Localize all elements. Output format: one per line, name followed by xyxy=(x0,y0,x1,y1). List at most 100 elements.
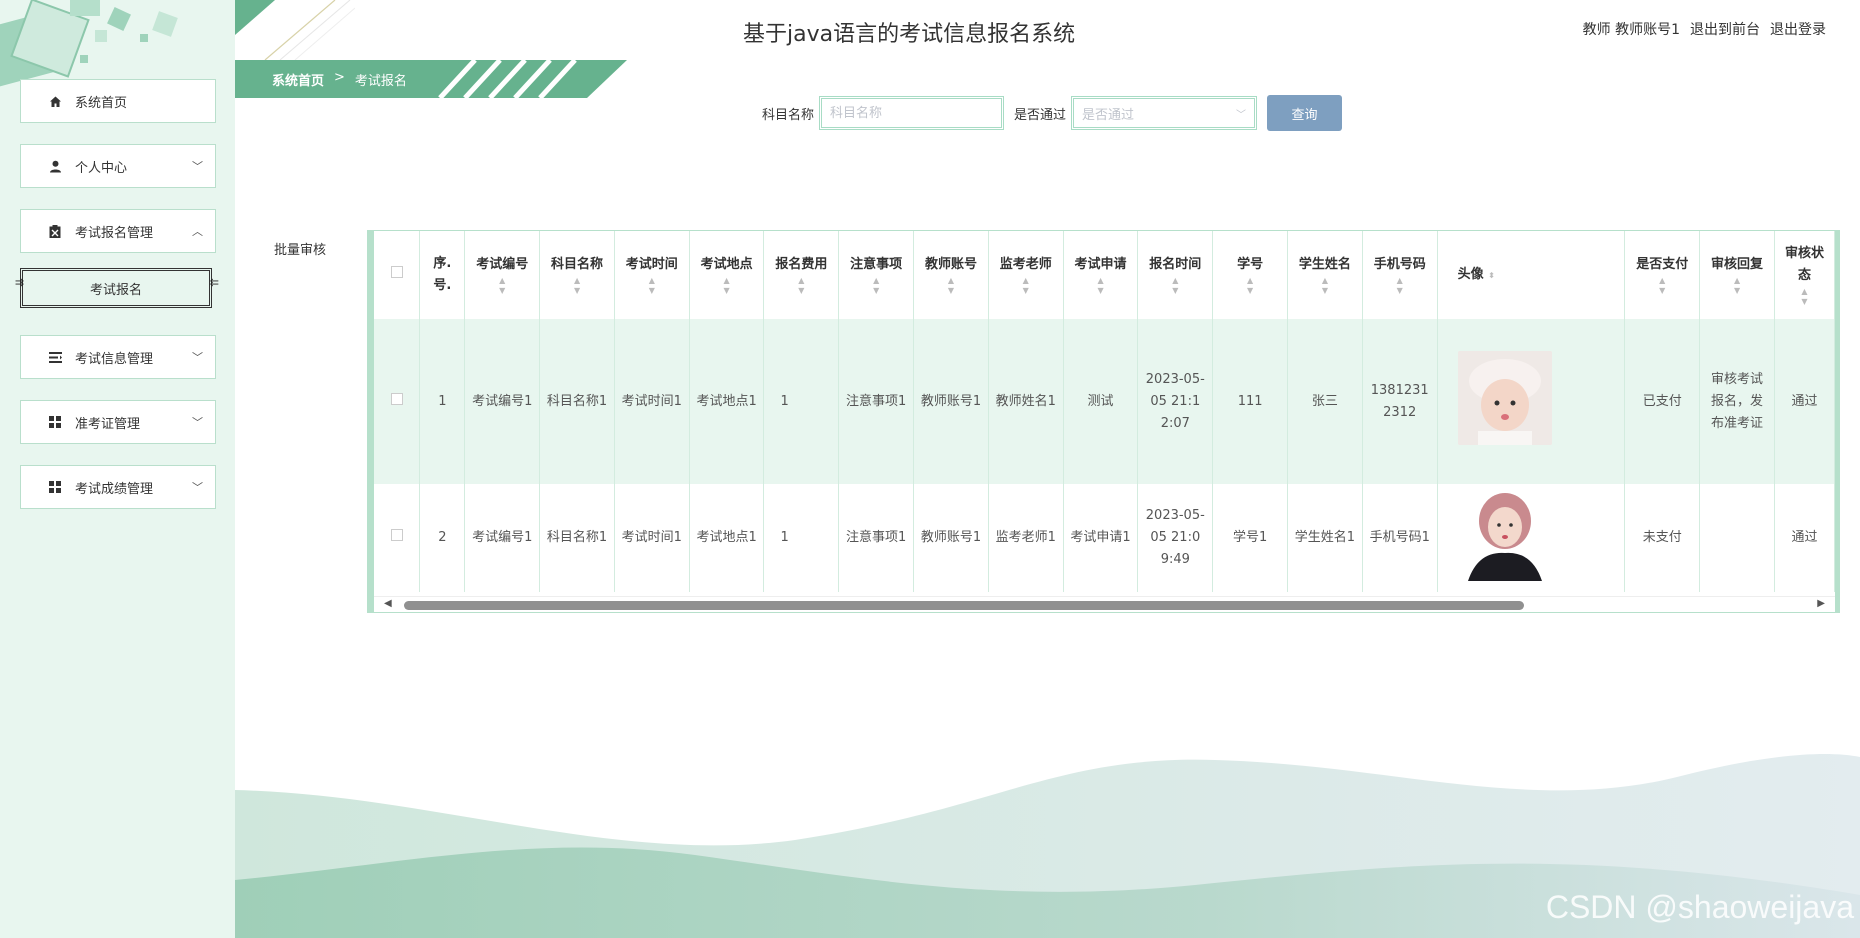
scrollbar-thumb[interactable] xyxy=(404,601,1524,610)
row-checkbox[interactable] xyxy=(390,392,403,405)
column-header[interactable]: 审核回复 ▲ ▼ xyxy=(1699,231,1775,319)
sort-icon: ▲ ▼ xyxy=(573,276,581,295)
sidebar-item-exam-score-mgmt[interactable]: 考试成绩管理 ﹀ xyxy=(15,465,216,517)
arrow-decoration-icon: ⇉ xyxy=(15,276,24,289)
sidebar-item-personal-center[interactable]: 个人中心 ﹀ xyxy=(15,144,216,196)
column-header[interactable]: 教师账号 ▲ ▼ xyxy=(913,231,989,319)
passed-select-placeholder: 是否通过 xyxy=(1082,107,1135,123)
column-header[interactable]: 手机号码 ▲ ▼ xyxy=(1362,231,1438,319)
table-cell: 科目名称1 xyxy=(539,319,615,484)
sidebar-item-admission-ticket-mgmt[interactable]: 准考证管理 ﹀ xyxy=(15,400,216,452)
column-header[interactable]: 科目名称 ▲ ▼ xyxy=(539,231,615,319)
sidebar-item-label: 准考证管理 xyxy=(75,416,141,432)
breadcrumb-separator: > xyxy=(334,70,345,85)
column-header[interactable]: 报名时间 ▲ ▼ xyxy=(1137,231,1214,319)
passed-select[interactable]: 是否通过 ﹀ xyxy=(1071,96,1258,130)
sort-icon: ▲ ▼ xyxy=(1801,287,1808,306)
scroll-left-icon[interactable]: ◀ xyxy=(384,598,392,609)
chevron-down-icon: ﹀ xyxy=(192,416,203,429)
table-cell: 考试编号1 xyxy=(464,319,541,484)
table-cell: 科目名称1 xyxy=(539,484,615,592)
batch-review-button[interactable]: 批量审核 xyxy=(253,237,347,267)
sort-icon: ▲ ▼ xyxy=(873,276,880,295)
table-cell: 1 xyxy=(419,319,466,484)
sidebar-item-exam-info-mgmt[interactable]: 考试信息管理 ﹀ xyxy=(15,335,216,387)
breadcrumb-current: 考试报名 xyxy=(354,74,407,89)
column-header: 序.号. xyxy=(419,231,466,319)
sort-icon: ▲ ▼ xyxy=(798,276,805,295)
sidebar-item-label: 系统首页 xyxy=(75,95,128,111)
table-cell: 教师姓名1 xyxy=(988,319,1064,484)
table-cell: 注意事项1 xyxy=(838,319,915,484)
row-checkbox[interactable] xyxy=(390,529,403,541)
table-cell xyxy=(1699,484,1775,592)
list-icon xyxy=(43,351,67,363)
sort-icon: ▲ ▼ xyxy=(1172,276,1179,295)
sort-icon: ▲ ▼ xyxy=(1247,276,1254,295)
column-header[interactable]: 考试时间 ▲ ▼ xyxy=(614,231,690,319)
column-header[interactable]: 是否支付 ▲ ▼ xyxy=(1624,231,1701,319)
table-cell: 教师账号1 xyxy=(913,319,989,484)
table-cell: 考试地点1 xyxy=(689,319,765,484)
select-all-checkbox-cell[interactable] xyxy=(374,231,421,319)
sidebar-item-label: 考试成绩管理 xyxy=(75,481,154,497)
table-cell: 考试时间1 xyxy=(614,484,690,592)
column-header[interactable]: 报名费用 ▲ ▼ xyxy=(763,231,840,319)
clipboard-icon xyxy=(43,224,67,238)
column-header[interactable]: 考试地点 ▲ ▼ xyxy=(689,231,765,319)
sort-icon: ▲ ▼ xyxy=(1396,276,1403,295)
column-header[interactable]: 注意事项 ▲ ▼ xyxy=(838,231,915,319)
horizontal-scrollbar[interactable]: ◀ ▶ xyxy=(374,596,1835,612)
arrow-decoration-icon: ⇇ xyxy=(209,276,219,289)
passed-label: 是否通过 xyxy=(1014,107,1067,123)
table-cell: 监考老师1 xyxy=(988,484,1064,592)
table-cell: 考试申请1 xyxy=(1063,484,1139,592)
sidebar-item-home[interactable]: 系统首页 xyxy=(15,79,216,131)
data-table-container: 序.号. 考试编号 ▲ ▼ 科目名称 ▲ ▼ 考试时间 ▲ ▼ 考试地点 ▲ ▼ 报名费用 ▲ ▼ … xyxy=(367,230,1840,613)
table-cell: 考试编号1 xyxy=(464,484,541,592)
table-cell: 张三 xyxy=(1287,319,1363,484)
exit-to-front-link[interactable]: 退出到前台 xyxy=(1690,19,1760,39)
sort-icon: ▲ ▼ xyxy=(1097,276,1104,295)
sidebar-menu: 系统首页 个人中心 ﹀ 考试报名管理 ︿ ⇉ 考试报名 ⇇ 考试信息管理 ﹀ 准… xyxy=(15,79,219,530)
logout-link[interactable]: 退出登录 xyxy=(1770,19,1826,39)
table-cell: 13812312312 xyxy=(1362,319,1438,484)
sort-icon: ▲ ▼ xyxy=(499,276,506,295)
sidebar-subitem-exam-registration[interactable]: ⇉ 考试报名 ⇇ xyxy=(15,268,219,308)
current-user-link[interactable]: 教师 教师账号1 xyxy=(1583,19,1680,39)
column-header[interactable]: 考试编号 ▲ ▼ xyxy=(464,231,541,319)
sidebar-item-label: 个人中心 xyxy=(75,160,128,176)
grid-icon xyxy=(43,481,67,493)
table-header-row: 序.号. 考试编号 ▲ ▼ 科目名称 ▲ ▼ 考试时间 ▲ ▼ 考试地点 ▲ ▼ 报名费用 ▲ ▼ … xyxy=(374,231,1835,319)
table-cell: 考试地点1 xyxy=(689,484,765,592)
column-header[interactable]: 学号 ▲ ▼ xyxy=(1212,231,1289,319)
batch-review-label: 批量审核 xyxy=(273,243,326,258)
column-header[interactable]: 学生姓名 ▲ ▼ xyxy=(1287,231,1363,319)
subject-name-input[interactable] xyxy=(819,96,1005,130)
breadcrumb-home[interactable]: 系统首页 xyxy=(272,70,324,89)
table-cell: 学号1 xyxy=(1212,484,1289,592)
select-all-checkbox[interactable] xyxy=(390,266,403,278)
column-header[interactable]: 头像 ⬍ xyxy=(1437,231,1626,319)
sidebar-item-exam-registration-mgmt[interactable]: 考试报名管理 ︿ xyxy=(15,209,216,261)
table-cell: 注意事项1 xyxy=(838,484,915,592)
scroll-right-icon[interactable]: ▶ xyxy=(1817,598,1825,609)
table-cell: 1 xyxy=(763,319,840,484)
row-checkbox-cell[interactable] xyxy=(374,319,421,484)
avatar-cell xyxy=(1437,319,1626,484)
table-cell: 考试时间1 xyxy=(614,319,690,484)
table-cell: 测试 xyxy=(1063,319,1139,484)
chevron-down-icon: ﹀ xyxy=(192,160,203,173)
column-header[interactable]: 考试申请 ▲ ▼ xyxy=(1063,231,1139,319)
query-button[interactable]: 查询 xyxy=(1267,95,1343,131)
column-header[interactable]: 审核状态 ▲ ▼ xyxy=(1774,231,1835,319)
row-checkbox-cell[interactable] xyxy=(374,484,421,592)
column-header[interactable]: 监考老师 ▲ ▼ xyxy=(988,231,1064,319)
user-icon xyxy=(43,160,67,173)
breadcrumb: 系统首页 > 考试报名 xyxy=(272,70,407,89)
chevron-down-icon: ﹀ xyxy=(192,351,203,364)
sort-icon: ▲ ▼ xyxy=(947,276,955,295)
subject-name-label: 科目名称 xyxy=(762,107,815,123)
sort-icon: ⬍ xyxy=(1488,271,1495,280)
table-cell: 手机号码1 xyxy=(1362,484,1438,592)
